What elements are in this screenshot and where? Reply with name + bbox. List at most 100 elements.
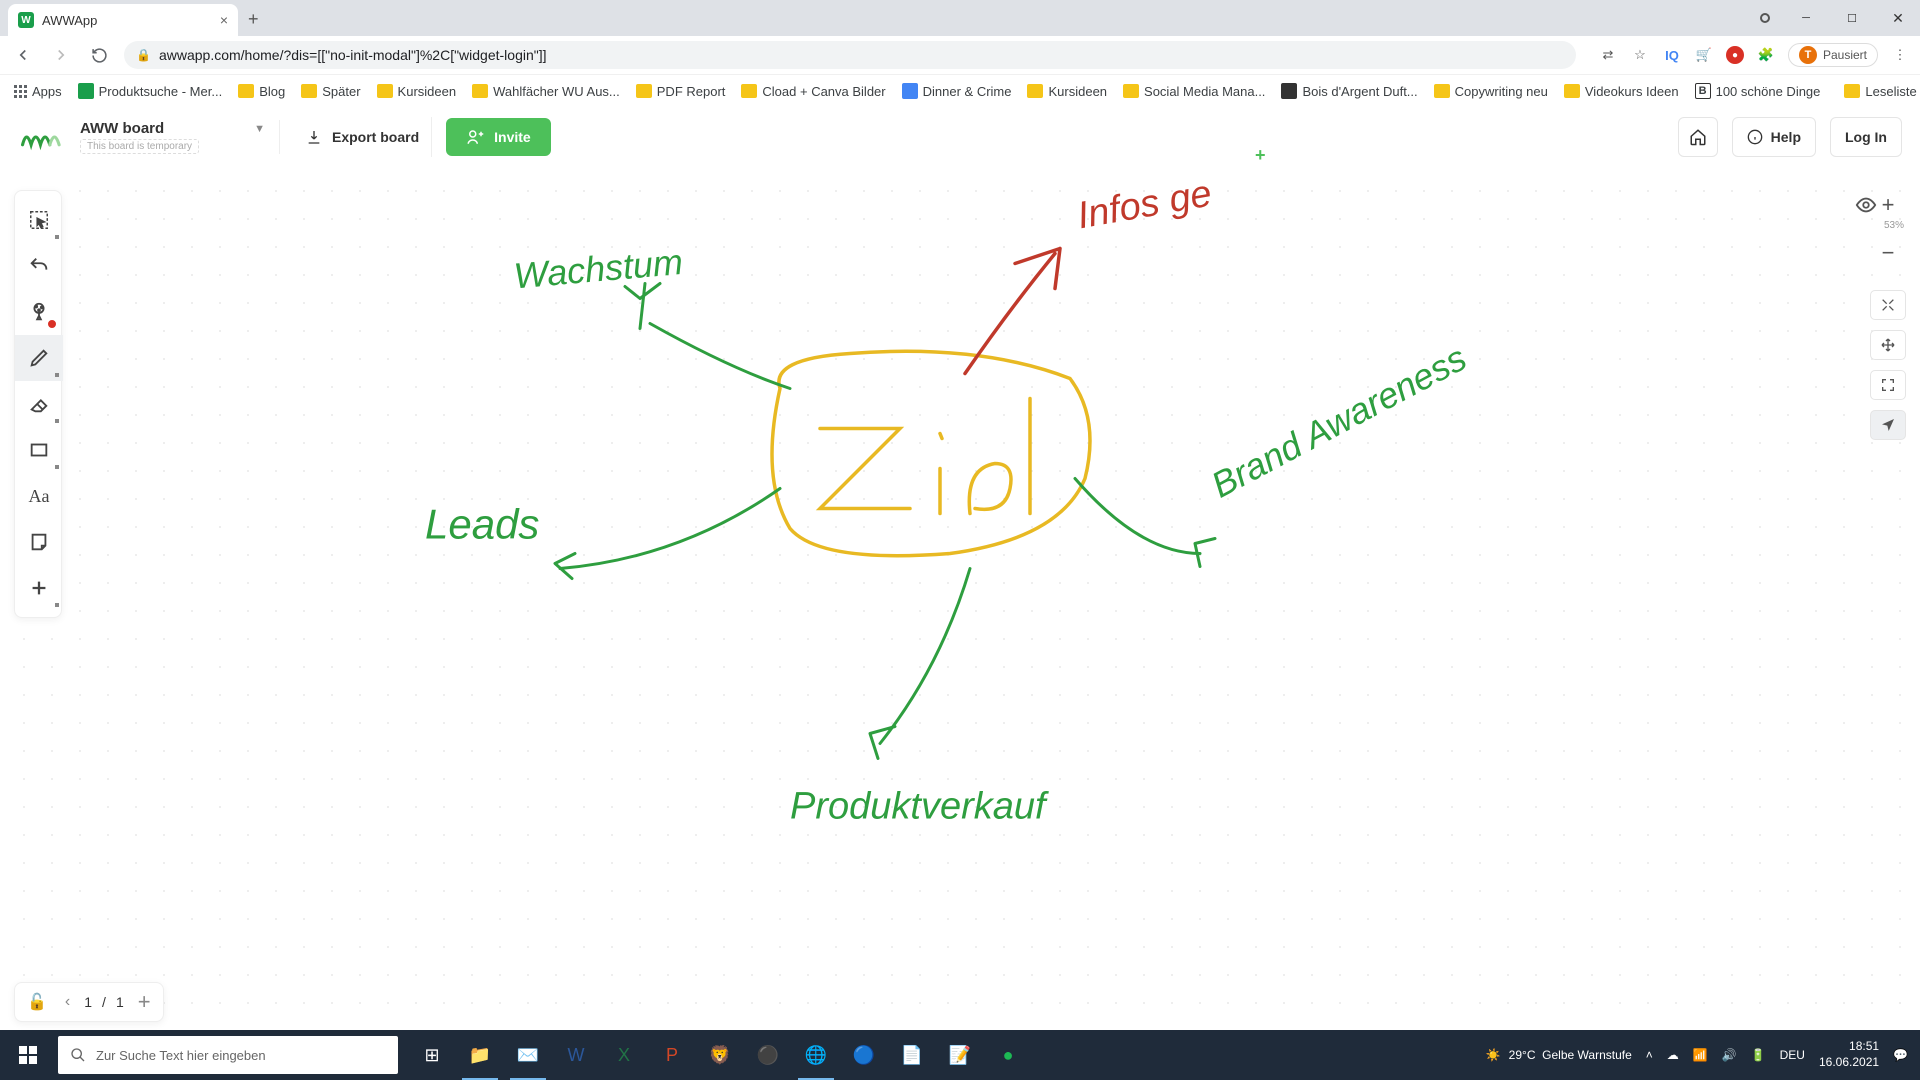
back-button[interactable]	[10, 42, 36, 68]
profile-indicator-icon[interactable]	[1760, 13, 1770, 23]
shape-tool[interactable]	[15, 427, 63, 473]
pencil-tool[interactable]	[15, 335, 63, 381]
bookmark-cload-canva[interactable]: Cload + Canva Bilder	[737, 82, 889, 101]
nav-bar: 🔒 awwapp.com/home/?dis=[["no-init-modal"…	[0, 36, 1920, 74]
brave-app-button[interactable]: 🦁	[696, 1030, 744, 1080]
lock-page-button[interactable]: 🔓	[23, 992, 51, 1012]
tab-close-icon[interactable]: ×	[220, 12, 228, 28]
fit-screen-button[interactable]	[1870, 290, 1906, 320]
svg-text:Infos ge: Infos ge	[1074, 173, 1214, 238]
add-tool[interactable]	[15, 565, 63, 611]
bookmark-pdf-report[interactable]: PDF Report	[632, 82, 730, 101]
select-icon	[28, 209, 50, 231]
expand-icon	[1880, 297, 1896, 313]
home-button[interactable]	[1678, 117, 1718, 157]
apps-button[interactable]: Apps	[10, 82, 66, 101]
help-button[interactable]: Help	[1732, 117, 1816, 157]
file-explorer-button[interactable]: 📁	[456, 1030, 504, 1080]
reload-button[interactable]	[86, 42, 112, 68]
page-total: 1	[116, 994, 124, 1010]
tray-battery-icon[interactable]: 🔋	[1751, 1048, 1766, 1062]
translate-icon[interactable]: ⇄	[1598, 45, 1618, 65]
sticky-note-tool[interactable]	[15, 519, 63, 565]
brush-tool[interactable]	[15, 289, 63, 335]
bookmark-social-media[interactable]: Social Media Mana...	[1119, 82, 1269, 101]
profile-paused-pill[interactable]: T Pausiert	[1788, 43, 1878, 67]
home-icon	[1689, 128, 1707, 146]
bookmark-videokurs[interactable]: Videokurs Ideen	[1560, 82, 1683, 101]
notepad-app-button[interactable]: 📝	[936, 1030, 984, 1080]
cart-extension-icon[interactable]: 🛒	[1694, 45, 1714, 65]
zoom-level: 53%	[1884, 220, 1904, 231]
menu-icon[interactable]: ⋮	[1890, 45, 1910, 65]
bookmark-wahlfaecher[interactable]: Wahlfächer WU Aus...	[468, 82, 624, 101]
move-button[interactable]	[1870, 330, 1906, 360]
obs-app-button[interactable]: ⚫	[744, 1030, 792, 1080]
bookmark-bois-argent[interactable]: Bois d'Argent Duft...	[1277, 81, 1421, 101]
bookmark-spaeter[interactable]: Später	[297, 82, 364, 101]
minimize-button[interactable]: ─	[1784, 4, 1828, 32]
mail-app-button[interactable]: ✉️	[504, 1030, 552, 1080]
bookmark-100-dinge[interactable]: B100 schöne Dinge	[1691, 81, 1825, 101]
fullscreen-button[interactable]	[1870, 370, 1906, 400]
login-label: Log In	[1845, 129, 1887, 145]
url-bar[interactable]: 🔒 awwapp.com/home/?dis=[["no-init-modal"…	[124, 41, 1576, 69]
taskbar-search[interactable]: Zur Suche Text hier eingeben	[58, 1036, 398, 1074]
board-selector[interactable]: AWW board ▼ This board is temporary	[80, 120, 280, 154]
bookmark-icon	[78, 83, 94, 99]
extensions-icon[interactable]: 🧩	[1756, 45, 1776, 65]
tray-language[interactable]: DEU	[1780, 1048, 1805, 1062]
bookmark-copywriting[interactable]: Copywriting neu	[1430, 82, 1552, 101]
whiteboard-canvas[interactable]: Wachstum Leads Produktverkauf Brand Awar…	[0, 167, 1920, 1030]
adblocker-icon[interactable]: ●	[1726, 46, 1744, 64]
edge-app-button[interactable]: 🔵	[840, 1030, 888, 1080]
invite-button[interactable]: Invite	[446, 118, 551, 156]
eraser-tool[interactable]	[15, 381, 63, 427]
bookmark-dinner-crime[interactable]: Dinner & Crime	[898, 81, 1016, 101]
tray-chevron-icon[interactable]: ˄	[1646, 1048, 1653, 1062]
reader-app-button[interactable]: 📄	[888, 1030, 936, 1080]
bookmark-label: 100 schöne Dinge	[1716, 84, 1821, 99]
zoom-in-button[interactable]: +	[1870, 190, 1906, 220]
task-view-button[interactable]: ⊞	[408, 1030, 456, 1080]
prev-page-button[interactable]: ‹	[61, 993, 74, 1011]
tray-onedrive-icon[interactable]: ☁	[1667, 1048, 1679, 1062]
taskbar-clock[interactable]: 18:51 16.06.2021	[1819, 1039, 1879, 1070]
tray-notifications-icon[interactable]: 💬	[1893, 1048, 1908, 1062]
zoom-out-button[interactable]: −	[1870, 238, 1906, 268]
awwapp-logo-icon[interactable]	[18, 123, 66, 151]
bookmark-produktsuche[interactable]: Produktsuche - Mer...	[74, 81, 227, 101]
bookmark-kursideen[interactable]: Kursideen	[373, 82, 461, 101]
browser-tab[interactable]: W AWWApp ×	[8, 4, 238, 36]
bookmark-label: Videokurs Ideen	[1585, 84, 1679, 99]
bookmark-blog[interactable]: Blog	[234, 82, 289, 101]
word-app-button[interactable]: W	[552, 1030, 600, 1080]
powerpoint-app-button[interactable]: P	[648, 1030, 696, 1080]
spotify-app-button[interactable]: ●	[984, 1030, 1032, 1080]
bookmark-label: Social Media Mana...	[1144, 84, 1265, 99]
iq-extension-icon[interactable]: IQ	[1662, 45, 1682, 65]
bookmark-label: Blog	[259, 84, 285, 99]
nav-extensions: ⇄ ☆ IQ 🛒 ● 🧩 T Pausiert ⋮	[1598, 43, 1910, 67]
tray-volume-icon[interactable]: 🔊	[1722, 1048, 1737, 1062]
new-tab-button[interactable]: +	[248, 9, 259, 30]
login-button[interactable]: Log In	[1830, 117, 1902, 157]
bookmark-kursideen-2[interactable]: Kursideen	[1023, 82, 1111, 101]
close-window-button[interactable]: ✕	[1876, 4, 1920, 32]
tray-wifi-icon[interactable]: 📶	[1693, 1048, 1708, 1062]
export-board-button[interactable]: Export board	[294, 117, 432, 157]
excel-app-button[interactable]: X	[600, 1030, 648, 1080]
add-page-button[interactable]: +	[134, 989, 155, 1015]
weather-widget[interactable]: ☀️ 29°C Gelbe Warnstufe	[1486, 1048, 1632, 1062]
start-button[interactable]	[0, 1030, 56, 1080]
undo-tool[interactable]	[15, 243, 63, 289]
select-tool[interactable]	[15, 197, 63, 243]
locate-button[interactable]	[1870, 410, 1906, 440]
maximize-button[interactable]: ☐	[1830, 4, 1874, 32]
bookmark-leseliste[interactable]: Leseliste	[1840, 82, 1920, 101]
chrome-app-button[interactable]: 🌐	[792, 1030, 840, 1080]
star-icon[interactable]: ☆	[1630, 45, 1650, 65]
invite-icon	[466, 128, 484, 146]
text-tool[interactable]: Aa	[15, 473, 63, 519]
forward-button[interactable]	[48, 42, 74, 68]
